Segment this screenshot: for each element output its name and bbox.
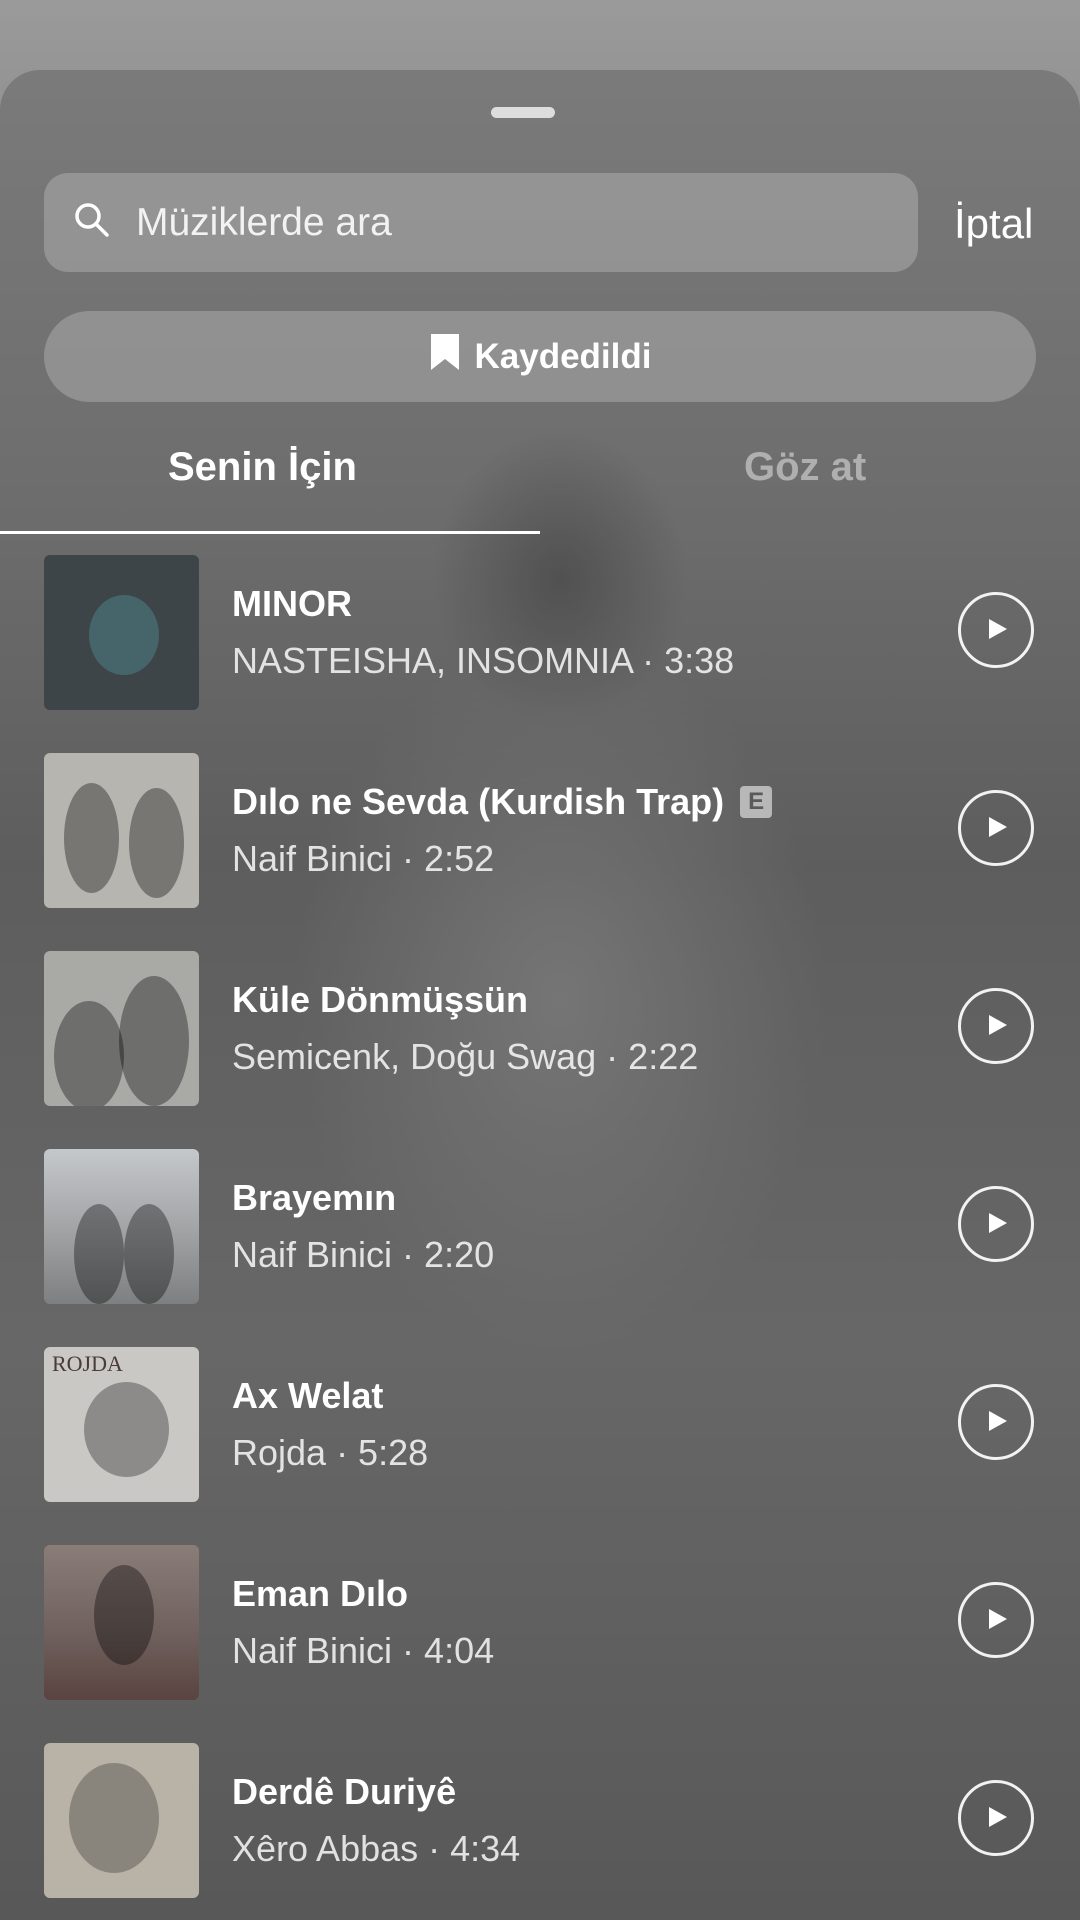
album-art xyxy=(44,1149,199,1304)
play-icon xyxy=(983,815,1009,842)
album-art xyxy=(44,753,199,908)
search-input[interactable] xyxy=(134,199,858,246)
list-item[interactable]: MINOR NASTEISHA, INSOMNIA · 3:38 xyxy=(0,555,1080,710)
play-button[interactable] xyxy=(958,790,1034,866)
album-art xyxy=(44,951,199,1106)
search-icon xyxy=(72,200,112,245)
track-title: MINOR xyxy=(232,583,352,624)
list-item[interactable]: Derdê Duriyê Xêro Abbas · 4:34 xyxy=(0,1743,1080,1898)
track-meta: Rojda · 5:28 xyxy=(232,1432,429,1473)
list-item[interactable]: Brayemın Naif Binici · 2:20 xyxy=(0,1149,1080,1304)
search-bar[interactable] xyxy=(44,173,918,272)
track-title: Dılo ne Sevda (Kurdish Trap) E xyxy=(232,781,773,823)
album-art xyxy=(44,1545,199,1700)
sheet-grabber-handle[interactable] xyxy=(491,107,555,118)
track-meta: NASTEISHA, INSOMNIA · 3:38 xyxy=(232,640,735,681)
play-icon xyxy=(983,1409,1009,1436)
track-title: Brayemın xyxy=(232,1177,397,1218)
track-title: Eman Dılo xyxy=(232,1573,409,1614)
play-button[interactable] xyxy=(958,592,1034,668)
play-button[interactable] xyxy=(958,1186,1034,1262)
play-icon xyxy=(983,1013,1009,1040)
play-icon xyxy=(983,1211,1009,1238)
active-tab-indicator xyxy=(0,531,540,534)
track-meta: Naif Binici · 2:52 xyxy=(232,838,495,879)
album-art xyxy=(44,1743,199,1898)
album-art xyxy=(44,555,199,710)
track-meta: Xêro Abbas · 4:34 xyxy=(232,1828,521,1869)
play-icon xyxy=(983,617,1009,644)
play-button[interactable] xyxy=(958,988,1034,1064)
play-button[interactable] xyxy=(958,1384,1034,1460)
play-button[interactable] xyxy=(958,1780,1034,1856)
track-title: Ax Welat xyxy=(232,1375,384,1416)
list-item[interactable]: ROJDA Ax Welat Rojda · 5:28 xyxy=(0,1347,1080,1502)
play-icon xyxy=(983,1607,1009,1634)
album-art-text: ROJDA xyxy=(52,1351,123,1376)
list-item[interactable]: Eman Dılo Naif Binici · 4:04 xyxy=(0,1545,1080,1700)
list-item[interactable]: Dılo ne Sevda (Kurdish Trap) E Naif Bini… xyxy=(0,753,1080,908)
track-meta: Naif Binici · 4:04 xyxy=(232,1630,495,1671)
play-icon xyxy=(983,1805,1009,1832)
list-item[interactable]: Küle Dönmüşsün Semicenk, Doğu Swag · 2:2… xyxy=(0,951,1080,1106)
saved-button-label: Kaydedildi xyxy=(474,336,652,376)
track-title: Derdê Duriyê xyxy=(232,1771,457,1812)
explicit-badge: E xyxy=(740,786,773,818)
track-meta: Naif Binici · 2:20 xyxy=(232,1234,495,1275)
track-meta: Semicenk, Doğu Swag · 2:22 xyxy=(232,1036,699,1077)
saved-button[interactable]: Kaydedildi xyxy=(44,311,1036,402)
tab-for-you[interactable]: Senin İçin xyxy=(168,445,357,490)
album-art: ROJDA xyxy=(44,1347,199,1502)
play-button[interactable] xyxy=(958,1582,1034,1658)
tab-browse[interactable]: Göz at xyxy=(744,445,866,490)
bookmark-icon xyxy=(429,332,461,381)
track-title: Küle Dönmüşsün xyxy=(232,979,529,1020)
cancel-button[interactable]: İptal xyxy=(954,200,1033,248)
